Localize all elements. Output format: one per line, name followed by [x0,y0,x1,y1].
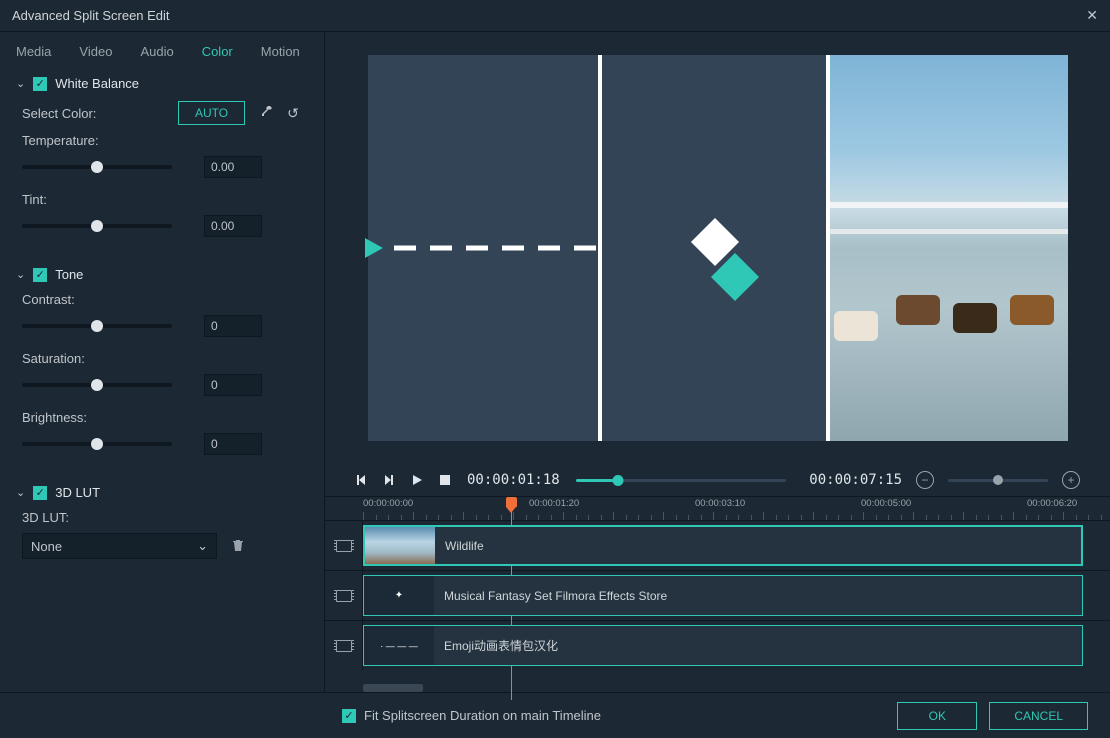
footer: ✓ Fit Splitscreen Duration on main Timel… [0,692,1110,738]
saturation-label: Saturation: [22,351,122,366]
current-time: 00:00:01:18 [467,472,560,488]
tint-slider[interactable] [22,224,172,228]
temperature-label: Temperature: [22,133,122,148]
trash-icon[interactable] [231,538,245,555]
reset-icon[interactable]: ↺ [287,105,299,122]
clip-thumb: ✦ [364,576,434,615]
chevron-down-icon[interactable]: ⌄ [16,486,25,499]
saturation-slider[interactable] [22,383,172,387]
ruler-label: 00:00:05:00 [861,498,911,509]
clip-label: Emoji动画表情包汉化 [444,637,558,654]
ruler-label: 00:00:00:00 [363,498,413,509]
zoom-in-button[interactable]: + [1062,471,1080,489]
scrollbar[interactable] [363,684,423,692]
chevron-down-icon: ⌄ [197,538,208,554]
tone-checkbox[interactable]: ✓ [33,268,47,282]
lut-title: 3D LUT [55,485,100,500]
tab-color[interactable]: Color [202,44,233,59]
tab-motion[interactable]: Motion [261,44,300,59]
split-pane-3[interactable] [830,55,1068,441]
contrast-slider[interactable] [22,324,172,328]
right-panel: 00:00:01:18 00:00:07:15 − + 00:00:00:00 … [325,32,1110,692]
tint-input[interactable] [204,215,262,237]
saturation-input[interactable] [204,374,262,396]
ruler-label: 00:00:06:20 [1027,498,1077,509]
tab-audio[interactable]: Audio [140,44,173,59]
clip-label: Musical Fantasy Set Filmora Effects Stor… [444,589,667,603]
prev-frame-button[interactable] [355,474,367,486]
timeline-tracks: Wildlife ✦ Musical Fantasy Set Filmora E… [325,520,1110,692]
track-icon[interactable] [325,621,363,670]
tab-media[interactable]: Media [16,44,51,59]
clip-emoji[interactable]: · — — — Emoji动画表情包汉化 [363,625,1083,666]
left-panel: Media Video Audio Color Motion ⌄ ✓ White… [0,32,325,692]
lut-value: None [31,539,62,554]
zoom-out-button[interactable]: − [916,471,934,489]
progress-bar[interactable] [576,479,786,482]
zoom-slider[interactable] [948,479,1048,482]
clip-thumb [365,527,435,564]
section-3d-lut: ⌄ ✓ 3D LUT 3D LUT: None ⌄ [0,475,324,573]
clip-label: Wildlife [445,539,484,553]
play-button[interactable] [411,474,423,486]
brightness-input[interactable] [204,433,262,455]
photo-content [830,55,1068,441]
total-time: 00:00:07:15 [809,472,902,488]
chevron-down-icon[interactable]: ⌄ [16,77,25,90]
temperature-input[interactable] [204,156,262,178]
split-pane-2[interactable] [602,55,830,441]
contrast-input[interactable] [204,315,262,337]
fit-checkbox[interactable]: ✓ [342,709,356,723]
lut-checkbox[interactable]: ✓ [33,486,47,500]
track-icon[interactable] [325,521,363,570]
white-balance-checkbox[interactable]: ✓ [33,77,47,91]
tab-video[interactable]: Video [79,44,112,59]
white-balance-title: White Balance [55,76,139,91]
transport-bar: 00:00:01:18 00:00:07:15 − + [325,464,1110,496]
temperature-slider[interactable] [22,165,172,169]
window-title: Advanced Split Screen Edit [12,8,170,23]
ruler-label: 00:00:03:10 [695,498,745,509]
brightness-label: Brightness: [22,410,122,425]
track-icon[interactable] [325,571,363,620]
preview-canvas[interactable] [368,55,1068,441]
section-tone: ⌄ ✓ Tone Contrast: Saturation: Brightnes… [0,257,324,475]
preview-area [325,32,1110,464]
auto-button[interactable]: AUTO [178,101,245,125]
section-white-balance: ⌄ ✓ White Balance Select Color: AUTO ↺ T… [0,66,324,257]
next-frame-button[interactable] [383,474,395,486]
track-row: ✦ Musical Fantasy Set Filmora Effects St… [325,570,1110,620]
lut-select[interactable]: None ⌄ [22,533,217,559]
track-row: Wildlife [325,520,1110,570]
eyedropper-icon[interactable] [259,105,273,122]
clip-wildlife[interactable]: Wildlife [363,525,1083,566]
ok-button[interactable]: OK [897,702,977,730]
stop-button[interactable] [439,474,451,486]
split-pane-1[interactable] [368,55,602,441]
tint-label: Tint: [22,192,122,207]
clip-thumb: · — — — [364,626,434,665]
chevron-down-icon[interactable]: ⌄ [16,268,25,281]
titlebar: Advanced Split Screen Edit ✕ [0,0,1110,32]
lut-label: 3D LUT: [22,510,122,525]
brightness-slider[interactable] [22,442,172,446]
contrast-label: Contrast: [22,292,122,307]
close-icon[interactable]: ✕ [1086,7,1098,24]
ruler-label: 00:00:01:20 [529,498,579,509]
clip-musical[interactable]: ✦ Musical Fantasy Set Filmora Effects St… [363,575,1083,616]
select-color-label: Select Color: [22,106,122,121]
cancel-button[interactable]: CANCEL [989,702,1088,730]
timeline-ruler[interactable]: 00:00:00:00 00:00:01:20 00:00:03:10 00:0… [325,496,1110,520]
arrow-right-icon [365,238,383,258]
tabs: Media Video Audio Color Motion [0,38,324,66]
tone-title: Tone [55,267,83,282]
track-row: · — — — Emoji动画表情包汉化 [325,620,1110,670]
dashed-line [394,246,598,251]
fit-label: Fit Splitscreen Duration on main Timelin… [364,708,601,723]
